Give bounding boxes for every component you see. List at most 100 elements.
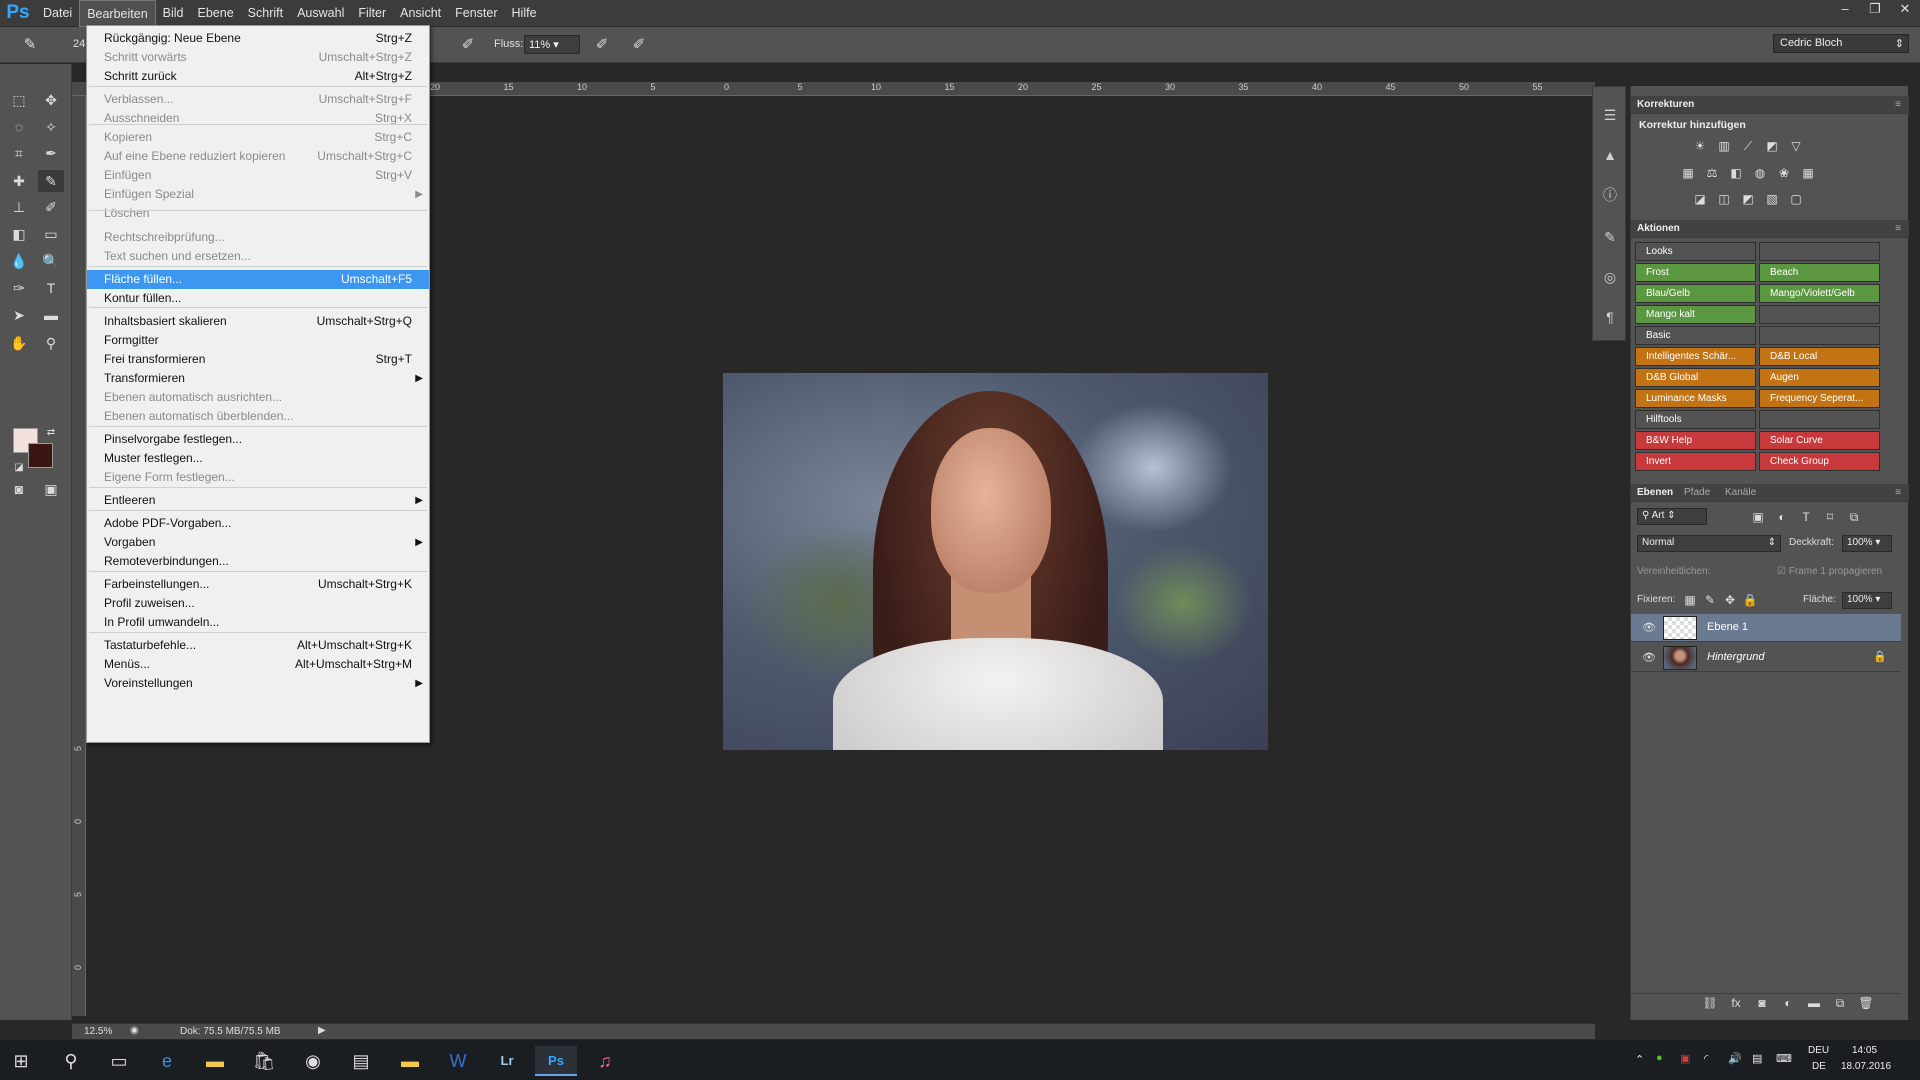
info-icon[interactable]: ◉ (130, 1025, 139, 1036)
steam-icon[interactable]: ◉ (292, 1046, 334, 1076)
new-layer-icon[interactable]: ⧉ (1831, 995, 1849, 1011)
edit-menu-item[interactable]: Fläche füllen... Umschalt+F5 (87, 270, 429, 289)
edit-menu-item[interactable]: Einfügen Spezial ▶ (87, 185, 429, 204)
windows-start-icon[interactable]: ⊞ (0, 1046, 42, 1076)
type-tool-icon[interactable]: T (38, 277, 64, 299)
new-adjustment-icon[interactable]: ◐ (1779, 995, 1797, 1011)
edit-menu-item[interactable]: Formgitter (87, 331, 429, 350)
layer-row-ebene-1[interactable]: 👁 Ebene 1 (1631, 614, 1901, 642)
brush-size[interactable]: 24 (73, 38, 85, 50)
link-layers-icon[interactable]: ⛓ (1701, 995, 1719, 1011)
edit-menu-item[interactable]: Tastaturbefehle... Alt+Umschalt+Strg+K (87, 636, 429, 655)
edit-menu-item[interactable]: Remoteverbindungen... (87, 552, 429, 571)
invert-icon[interactable]: ◪ (1691, 191, 1709, 207)
hand-tool-icon[interactable]: ✋ (6, 332, 32, 354)
language-code[interactable]: DEU (1808, 1045, 1829, 1056)
brush-preset-icon[interactable]: ✎ (20, 35, 40, 55)
edit-menu-item[interactable]: Entleeren ▶ (87, 491, 429, 510)
itunes-icon[interactable]: ♫ (584, 1046, 626, 1076)
pen-tool-icon[interactable]: ✑ (6, 277, 32, 299)
action-button[interactable]: Intelligentes Schär... (1635, 347, 1756, 366)
healing-brush-tool-icon[interactable]: ✚ (6, 170, 32, 192)
workspace-select[interactable]: Cedric Bloch ⇕ (1773, 34, 1909, 53)
paragraph-panel-icon[interactable]: ¶ (1600, 307, 1620, 327)
curves-icon[interactable]: ⟋ (1739, 138, 1757, 154)
edit-menu-item[interactable]: Eigene Form festlegen... (87, 468, 429, 487)
edit-menu-item[interactable]: Farbeinstellungen... Umschalt+Strg+K (87, 575, 429, 594)
lock-pixels-icon[interactable]: ✎ (1701, 592, 1719, 608)
edit-menu-item[interactable]: Ausschneiden Strg+X (87, 109, 429, 128)
tray-expand-icon[interactable]: ⌃ (1635, 1053, 1644, 1066)
add-mask-icon[interactable]: ◙ (1753, 995, 1771, 1011)
edit-menu-item[interactable]: Verblassen... Umschalt+Strg+F (87, 90, 429, 109)
filter-pixel-icon[interactable]: ▣ (1749, 509, 1767, 525)
menu-bearbeiten[interactable]: Bearbeiten (79, 0, 156, 27)
crop-tool-icon[interactable]: ⌗ (6, 142, 32, 164)
exposure-icon[interactable]: ◩ (1763, 138, 1781, 154)
visibility-eye-icon[interactable]: 👁 (1642, 621, 1656, 634)
action-button[interactable]: B&W Help (1635, 431, 1756, 450)
menu-fenster[interactable]: Fenster (448, 0, 504, 27)
menu-bild[interactable]: Bild (156, 0, 191, 27)
tab-aktionen[interactable]: Aktionen (1637, 223, 1680, 234)
edit-menu-item[interactable]: Profil zuweisen... (87, 594, 429, 613)
hue-saturation-icon[interactable]: ▦ (1679, 165, 1697, 181)
menu-datei[interactable]: Datei (36, 0, 79, 27)
tray-app-icon[interactable]: ● (1656, 1052, 1663, 1064)
visibility-eye-icon[interactable]: 👁 (1642, 651, 1656, 664)
brush-panel-icon[interactable]: ✎ (1600, 227, 1620, 247)
eraser-tool-icon[interactable]: ◧ (6, 223, 32, 245)
layer-name[interactable]: Hintergrund (1707, 651, 1764, 663)
action-button[interactable]: Augen (1759, 368, 1880, 387)
menu-ebene[interactable]: Ebene (191, 0, 241, 27)
action-button[interactable] (1759, 242, 1880, 261)
panel-menu-icon[interactable]: ≡ (1895, 487, 1901, 498)
tab-pfade[interactable]: Pfade (1684, 487, 1710, 498)
action-button[interactable] (1759, 326, 1880, 345)
gradient-tool-icon[interactable]: ▭ (38, 223, 64, 245)
volume-icon[interactable]: 🔊 (1728, 1052, 1742, 1065)
filter-adjustment-icon[interactable]: ◐ (1773, 509, 1791, 525)
edit-menu-item[interactable]: Voreinstellungen ▶ (87, 674, 429, 693)
lasso-tool-icon[interactable]: ◌ (6, 116, 32, 138)
posterize-icon[interactable]: ◫ (1715, 191, 1733, 207)
action-button[interactable]: Check Group (1759, 452, 1880, 471)
swap-colors-icon[interactable]: ⇄ (38, 422, 64, 444)
brightness-icon[interactable]: ☀ (1691, 138, 1709, 154)
menu-ansicht[interactable]: Ansicht (393, 0, 448, 27)
blur-tool-icon[interactable]: 💧 (6, 250, 32, 272)
edit-menu-item[interactable]: Inhaltsbasiert skalieren Umschalt+Strg+Q (87, 312, 429, 331)
clock-date[interactable]: 18.07.2016 (1841, 1061, 1891, 1072)
file-explorer-icon[interactable]: ▬ (194, 1046, 236, 1076)
edit-menu-item[interactable]: Schritt zurück Alt+Strg+Z (87, 67, 429, 86)
action-button[interactable]: D&B Local (1759, 347, 1880, 366)
edit-menu-item[interactable]: In Profil umwandeln... (87, 613, 429, 632)
color-balance-icon[interactable]: ⚖ (1703, 165, 1721, 181)
dodge-tool-icon[interactable]: 🔍 (38, 250, 64, 272)
action-button[interactable]: Frost (1635, 263, 1756, 282)
vibrance-icon[interactable]: ▽ (1787, 138, 1805, 154)
restore-button[interactable]: ❐ (1860, 0, 1890, 18)
filter-smart-icon[interactable]: ⧉ (1845, 509, 1863, 525)
close-button[interactable]: ✕ (1890, 0, 1920, 18)
app-icon[interactable]: ▤ (340, 1046, 382, 1076)
photoshop-taskbar-icon[interactable]: Ps (535, 1046, 577, 1076)
action-button[interactable]: D&B Global (1635, 368, 1756, 387)
network-icon[interactable]: ◜ (1704, 1052, 1708, 1065)
selective-color-icon[interactable]: ▢ (1787, 191, 1805, 207)
keyboard-icon[interactable]: ⌨ (1776, 1052, 1792, 1065)
gradient-map-icon[interactable]: ▧ (1763, 191, 1781, 207)
edit-menu-item[interactable]: Menüs... Alt+Umschalt+Strg+M (87, 655, 429, 674)
brush-tool-icon[interactable]: ✎ (38, 170, 64, 192)
histogram-panel-icon[interactable]: ▲ (1600, 145, 1620, 165)
flow-input[interactable]: 11% ▾ (524, 35, 580, 54)
edit-menu-item[interactable]: Vorgaben ▶ (87, 533, 429, 552)
panel-menu-icon[interactable]: ≡ (1895, 223, 1901, 234)
action-button[interactable]: Luminance Masks (1635, 389, 1756, 408)
store-icon[interactable]: 🛍 (243, 1046, 285, 1076)
action-button[interactable]: Basic (1635, 326, 1756, 345)
path-selection-tool-icon[interactable]: ➤ (6, 304, 32, 326)
action-button[interactable]: Mango kalt (1635, 305, 1756, 324)
edit-menu-item[interactable]: Adobe PDF-Vorgaben... (87, 514, 429, 533)
edit-menu-item[interactable]: Ebenen automatisch überblenden... (87, 407, 429, 426)
